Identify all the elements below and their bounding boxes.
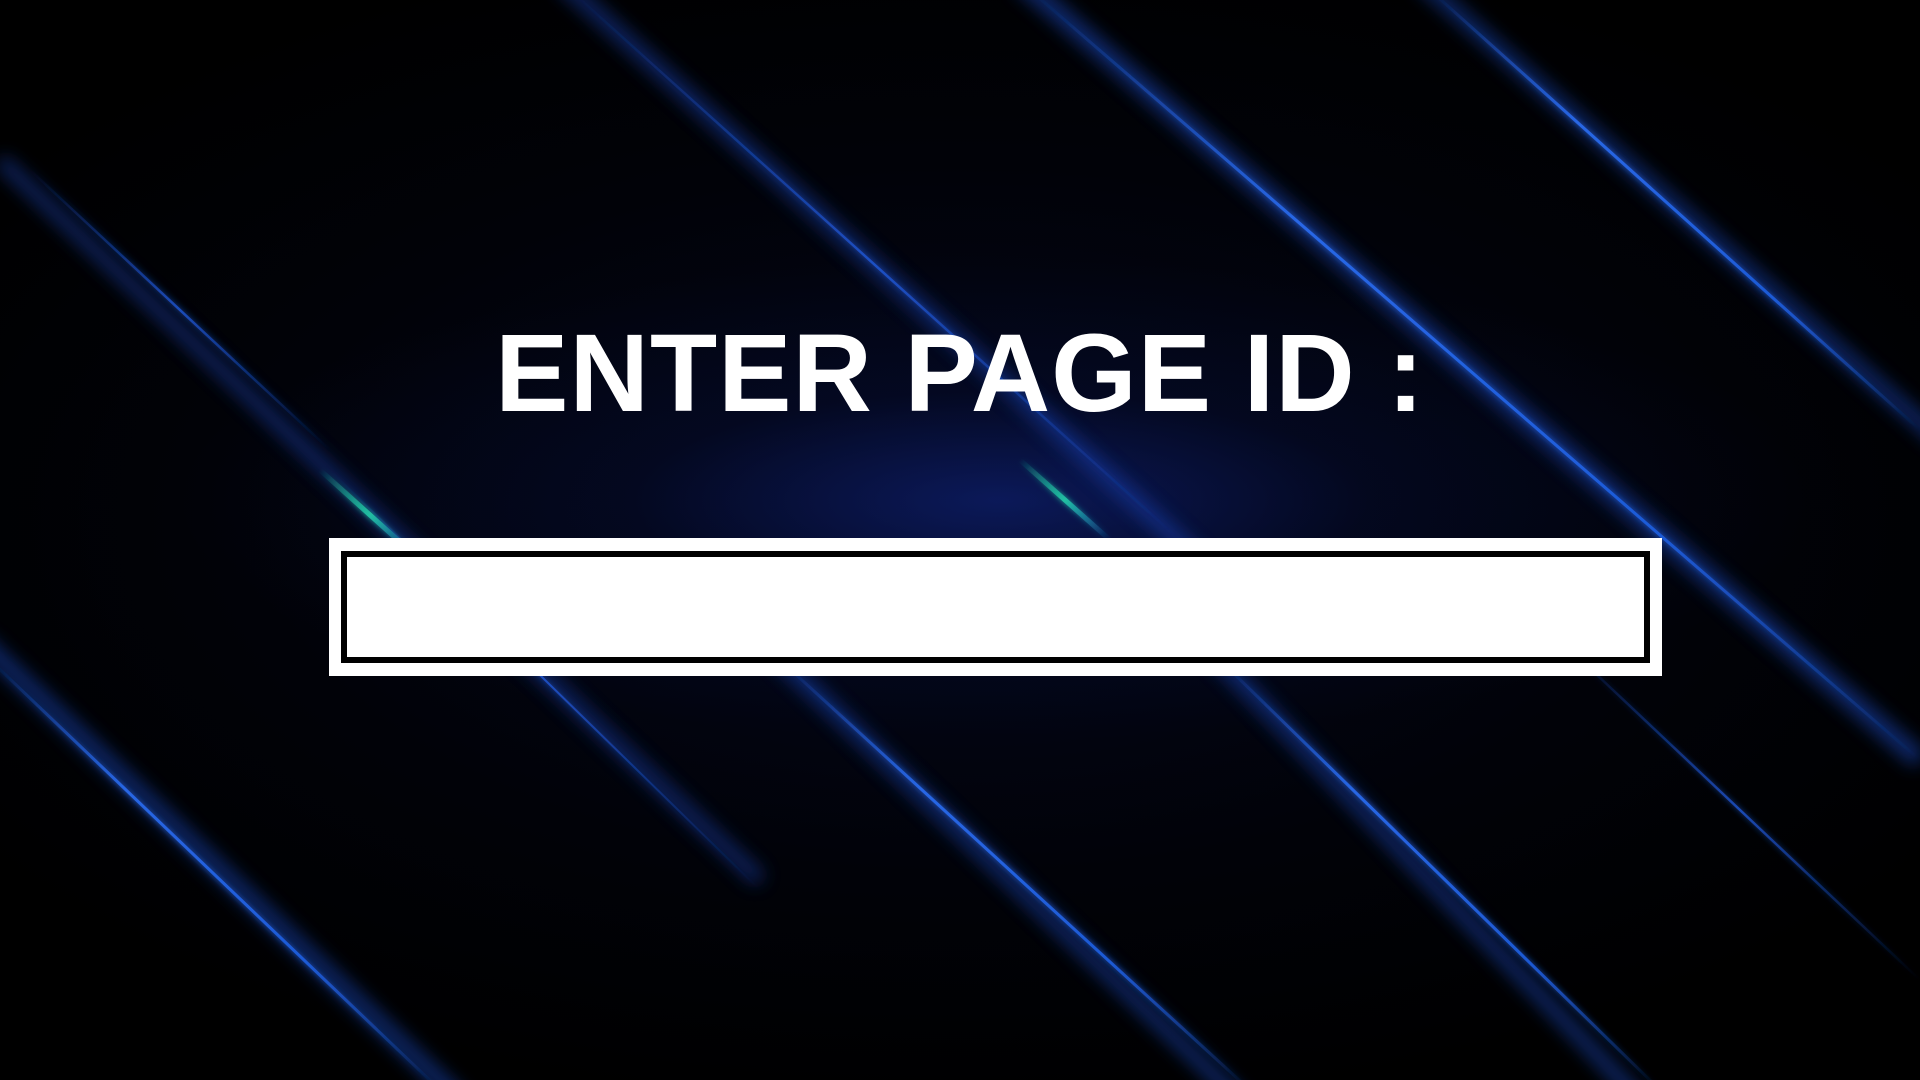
page-id-screen: ENTER PAGE ID : — [0, 0, 1920, 1080]
page-id-input-border — [341, 551, 1650, 663]
page-id-input[interactable] — [347, 557, 1644, 657]
page-id-input-frame — [329, 538, 1662, 676]
enter-page-id-label: ENTER PAGE ID : — [495, 312, 1425, 435]
